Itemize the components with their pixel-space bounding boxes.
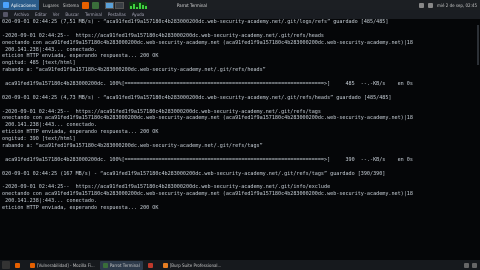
taskbar-task-label: [Burp Suite Professional...: [169, 262, 222, 268]
top-panel: Aplicaciones Lugares Sistema Parrot Term…: [0, 0, 480, 10]
places-menu[interactable]: Lugares: [43, 3, 59, 8]
terminal-line: 020-09-01 02:44:25 (167 MB/s) - “aca91fe…: [2, 170, 386, 177]
active-window-title: Parrot Terminal: [176, 2, 207, 8]
terminal-menubar: Archivo Editar Ver Buscar Terminal Pesta…: [0, 10, 480, 19]
menu-pestanas[interactable]: Pestañas: [108, 12, 126, 17]
terminal-output[interactable]: 020-09-01 02:44:25 (7,51 MB/s) - “aca91f…: [0, 19, 480, 260]
firefox-launcher-icon[interactable]: [81, 1, 89, 9]
bottom-taskbar: [Vulnerabilidad] - Mozilla Fi... Parrot T…: [0, 260, 480, 270]
terminal-line: 200.141.238|:443... conectado.: [2, 122, 98, 129]
burp-icon: [162, 262, 168, 268]
taskbar-task-label: Parrot Terminal: [109, 262, 140, 268]
menu-archivo[interactable]: Archivo: [14, 12, 29, 17]
taskbar-task[interactable]: [12, 261, 25, 270]
terminal-line: rabando a: “aca91fed1f9a157180c4b2830002…: [2, 67, 266, 74]
terminal-line: ongitud: 485 [text/html]: [2, 60, 76, 67]
task-list: [Vulnerabilidad] - Mozilla Fi... Parrot T…: [12, 260, 226, 270]
workspace-1[interactable]: [104, 1, 114, 9]
terminal-scrollbar[interactable]: [477, 25, 479, 65]
menu-buscar[interactable]: Buscar: [65, 12, 79, 17]
taskbar-task-label: [Vulnerabilidad] - Mozilla Fi...: [37, 262, 95, 268]
menu-ver[interactable]: Ver: [53, 12, 60, 17]
network-icon[interactable]: [419, 2, 425, 8]
show-desktop-button[interactable]: [2, 261, 10, 269]
taskbar-task[interactable]: Parrot Terminal: [99, 260, 143, 270]
terminal-icon: [102, 262, 108, 268]
workspace-switcher[interactable]: [104, 1, 125, 9]
terminal-line: onectando con aca91fed1f9a157180c4b28300…: [2, 39, 413, 46]
volume-icon[interactable]: [428, 2, 434, 8]
terminal-launcher-icon[interactable]: [91, 1, 99, 9]
terminal-line: ongitud: 390 [text/html]: [2, 136, 76, 143]
terminal-line: etición HTTP enviada, esperando respuest…: [2, 129, 159, 136]
terminal-line: aca91fed1f9a157180c4b283000200dc. 100%[=…: [2, 156, 413, 163]
taskbar-task[interactable]: [145, 261, 158, 270]
terminal-line: 020-09-01 02:44:25 (7,51 MB/s) - “aca91f…: [2, 19, 389, 25]
parrot-logo-icon: [3, 2, 9, 8]
terminal-line: 020-09-01 02:44:25 (4,73 MB/s) - “aca91f…: [2, 94, 392, 101]
applications-menu[interactable]: Aplicaciones: [0, 0, 39, 10]
app-icon: [147, 262, 153, 268]
menu-ayuda[interactable]: Ayuda: [132, 12, 144, 17]
taskbar-task[interactable]: [Vulnerabilidad] - Mozilla Fi...: [27, 261, 98, 270]
terminal-icon: [3, 12, 8, 17]
terminal-line: -2020-09-01 02:44:25-- https://aca91fed1…: [2, 184, 331, 191]
system-menu[interactable]: Sistema: [63, 3, 79, 8]
menu-terminal[interactable]: Terminal: [85, 12, 102, 17]
terminal-line: onectando con aca91fed1f9a157180c4b28300…: [2, 115, 413, 122]
terminal-line: -2020-09-01 02:44:25-- https://aca91fed1…: [2, 108, 321, 115]
cpu-monitor-graph: [128, 1, 147, 9]
terminal-line: 200.141.238|:443... conectado.: [2, 198, 98, 205]
clock[interactable]: mié 2 de sep, 02:45: [437, 3, 477, 8]
workspace-2[interactable]: [114, 1, 124, 9]
terminal-line: etición HTTP enviada, esperando respuest…: [2, 205, 159, 212]
terminal-line: 200.141.238|:443... conectado.: [2, 46, 98, 53]
terminal-line: rabando a: “aca91fed1f9a157180c4b2830002…: [2, 143, 263, 150]
browser-icon: [15, 262, 20, 268]
terminal-window: Archivo Editar Ver Buscar Terminal Pesta…: [0, 10, 480, 260]
terminal-line: -2020-09-01 02:44:25-- https://aca91fed1…: [2, 32, 325, 39]
workspace-indicator-icon[interactable]: [464, 262, 469, 268]
taskbar-tray: [464, 262, 480, 268]
terminal-line: onectando con aca91fed1f9a157180c4b28300…: [2, 191, 413, 198]
firefox-icon: [30, 262, 35, 268]
system-tray: mié 2 de sep, 02:45: [419, 2, 480, 8]
terminal-line: aca91fed1f9a157180c4b283000200dc. 100%[=…: [2, 81, 413, 88]
menu-editar[interactable]: Editar: [35, 12, 47, 17]
taskbar-task[interactable]: [Burp Suite Professional...: [160, 261, 225, 270]
trash-icon[interactable]: [472, 262, 477, 268]
applications-label: Aplicaciones: [11, 2, 36, 8]
terminal-line: etición HTTP enviada, esperando respuest…: [2, 53, 159, 60]
